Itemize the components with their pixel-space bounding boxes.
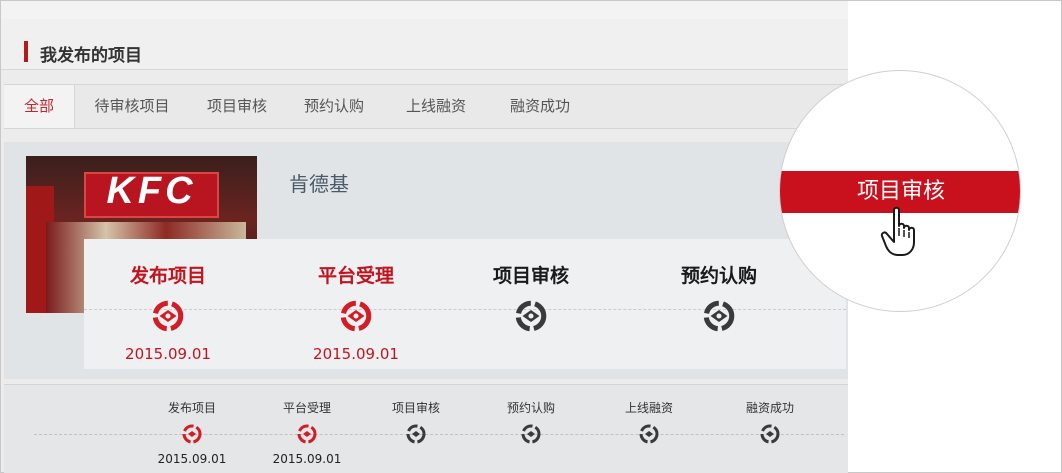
step-date: 2015.09.01 bbox=[157, 452, 227, 466]
step-done-icon bbox=[152, 300, 184, 332]
tab-online-financing[interactable]: 上线融资 bbox=[396, 85, 476, 128]
tab-zoom-callout: 项目审核 bbox=[779, 70, 1021, 312]
tab-project-review[interactable]: 项目审核 bbox=[197, 85, 277, 128]
small-step-accept: 平台受理 2015.09.01 bbox=[252, 399, 362, 466]
small-step-review: 项目审核 bbox=[361, 399, 471, 448]
step-label: 上线融资 bbox=[624, 401, 673, 415]
section-header: 我发布的项目 bbox=[1, 19, 848, 70]
step-label: 项目审核 bbox=[391, 401, 440, 415]
small-step-online: 上线融资 bbox=[594, 399, 704, 448]
tab-all[interactable]: 全部 bbox=[4, 85, 75, 128]
kfc-logo: KFC bbox=[106, 170, 197, 212]
step-done-icon bbox=[182, 424, 202, 444]
small-step-publish: 发布项目 2015.09.01 bbox=[137, 399, 247, 466]
step-label: 发布项目 bbox=[129, 265, 206, 287]
step-pending-icon bbox=[521, 424, 541, 444]
step-pending-icon bbox=[703, 300, 735, 332]
step-label: 发布项目 bbox=[167, 401, 216, 415]
page-title: 我发布的项目 bbox=[40, 46, 142, 66]
step-label: 平台受理 bbox=[282, 401, 331, 415]
hand-pointer-icon bbox=[880, 206, 915, 256]
step-pending-icon bbox=[760, 424, 780, 444]
large-step-publish: 发布项目 2015.09.01 bbox=[78, 239, 258, 363]
progress-small: 发布项目 2015.09.01 平台受理 2015.09.01 项目审核 预约认… bbox=[4, 384, 848, 473]
small-step-reservation: 预约认购 bbox=[476, 399, 586, 448]
large-step-accept: 平台受理 2015.09.01 bbox=[266, 239, 446, 363]
step-label: 项目审核 bbox=[492, 265, 569, 287]
step-done-icon bbox=[297, 424, 317, 444]
status-tabs: 全部 待审核项目 项目审核 预约认购 上线融资 融资成功 bbox=[4, 84, 848, 129]
project-name[interactable]: 肯德基 bbox=[289, 168, 349, 197]
progress-large-zoom: 发布项目 2015.09.01 平台受理 2015.09.01 项目审核 预约认… bbox=[84, 239, 846, 369]
tab-reservation[interactable]: 预约认购 bbox=[294, 85, 374, 128]
top-strip bbox=[1, 1, 848, 19]
step-label: 预约认购 bbox=[506, 401, 555, 415]
tab-financing-success[interactable]: 融资成功 bbox=[500, 85, 580, 128]
step-pending-icon bbox=[406, 424, 426, 444]
title-accent-bar bbox=[24, 41, 28, 62]
step-label: 融资成功 bbox=[745, 401, 794, 415]
tab-pending-review[interactable]: 待审核项目 bbox=[84, 85, 180, 128]
step-label: 预约认购 bbox=[680, 265, 757, 287]
step-pending-icon bbox=[639, 424, 659, 444]
large-step-reservation: 预约认购 bbox=[629, 239, 809, 337]
large-step-review: 项目审核 bbox=[441, 239, 621, 337]
project-panel: 我发布的项目 全部 待审核项目 项目审核 预约认购 上线融资 融资成功 KFC … bbox=[1, 1, 848, 473]
step-date: 2015.09.01 bbox=[313, 345, 399, 363]
small-step-success: 融资成功 bbox=[715, 399, 825, 448]
step-pending-icon bbox=[515, 300, 547, 332]
step-date: 2015.09.01 bbox=[272, 452, 342, 466]
step-done-icon bbox=[340, 300, 372, 332]
step-date: 2015.09.01 bbox=[125, 345, 211, 363]
step-label: 平台受理 bbox=[317, 265, 394, 287]
